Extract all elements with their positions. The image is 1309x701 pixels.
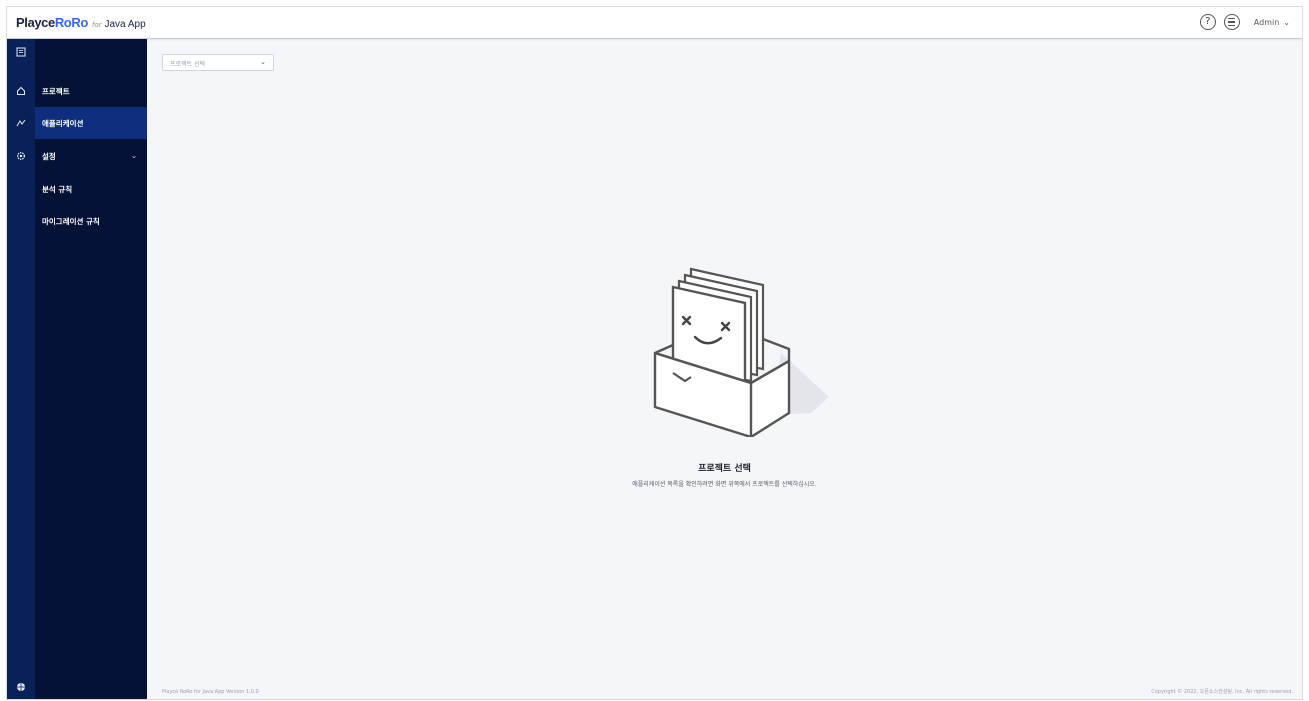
sidebar-item-label: 애플리케이션: [42, 118, 84, 128]
application-icon[interactable]: [7, 115, 35, 131]
chevron-down-icon: ⌄: [260, 58, 266, 66]
app-logo[interactable]: PlayceRoRo for Java App: [16, 15, 146, 30]
sidebar-item-application[interactable]: 애플리케이션: [35, 107, 147, 139]
icon-rail: [7, 39, 35, 699]
project-select[interactable]: 프로젝트 선택 ⌄: [162, 54, 274, 71]
sidebar-item-settings[interactable]: 설정 ⌄: [35, 140, 147, 172]
sidebar-item-project[interactable]: 프로젝트: [35, 75, 147, 107]
main-content: 프로젝트 선택 ⌄ 프로젝트 선택 애플리케이션 목록을 확인하려면 화면 위쪽…: [147, 39, 1302, 699]
chevron-down-icon: ⌄: [131, 152, 137, 160]
logo-for: for: [91, 21, 102, 29]
sidebar-item-label: 마이그레이션 규칙: [42, 216, 100, 226]
chevron-down-icon: ⌄: [1283, 17, 1290, 27]
sidebar-item-label: 분석 규칙: [42, 184, 73, 194]
sidebar: 프로젝트 애플리케이션 설정 ⌄ 분석 규칙 마이그레이션 규칙: [35, 39, 147, 699]
menu-toggle-icon[interactable]: [7, 44, 35, 60]
top-header: PlayceRoRo for Java App ? Admin ⌄: [7, 7, 1302, 39]
sidebar-item-analysis-rules[interactable]: 분석 규칙: [35, 173, 147, 205]
copyright-text: Copyright © 2022, 오픈소스컨설팅, Inc. All righ…: [1151, 689, 1293, 695]
version-text: Playce RoRo for Java App Version 1.0.0: [162, 689, 259, 695]
home-icon[interactable]: [7, 83, 35, 99]
app-window: PlayceRoRo for Java App ? Admin ⌄ 프로젝트 애…: [6, 6, 1303, 700]
user-name: Admin: [1253, 17, 1280, 27]
empty-box-illustration: [651, 265, 841, 439]
gear-icon[interactable]: [7, 148, 35, 164]
sidebar-item-migration-rules[interactable]: 마이그레이션 규칙: [35, 205, 147, 237]
user-menu[interactable]: Admin ⌄: [1254, 18, 1290, 27]
header-actions: ? Admin ⌄: [1199, 14, 1290, 30]
sidebar-item-label: 설정: [42, 151, 56, 161]
logo-brand: PlayceRoRo: [16, 15, 88, 30]
list-circle-icon[interactable]: [1223, 14, 1240, 30]
question-circle-icon[interactable]: ?: [1199, 14, 1216, 30]
empty-state-title: 프로젝트 선택: [698, 464, 751, 474]
globe-icon[interactable]: [7, 679, 35, 695]
sidebar-item-label: 프로젝트: [42, 86, 70, 96]
empty-state-description: 애플리케이션 목록을 확인하려면 화면 위쪽에서 프로젝트를 선택하십시오.: [632, 481, 817, 488]
project-select-placeholder: 프로젝트 선택: [170, 61, 206, 68]
logo-app-name: Java App: [104, 19, 146, 30]
